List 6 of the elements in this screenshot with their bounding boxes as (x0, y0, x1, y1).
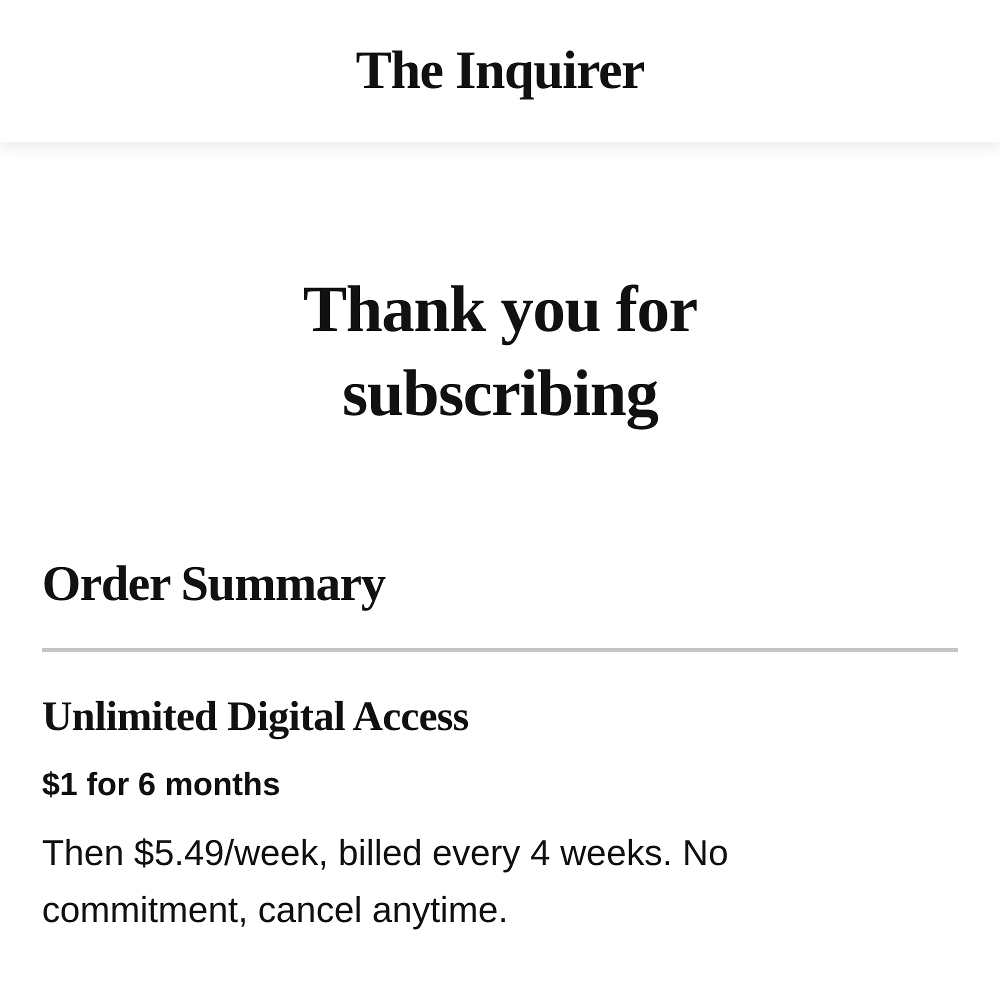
plan-terms: Then $5.49/week, billed every 4 weeks. No commitment, cancel anytime. (42, 831, 730, 932)
order-summary-heading: Order Summary (42, 554, 385, 612)
plan-price: $1 for 6 months (42, 765, 280, 804)
site-logo[interactable]: The Inquirer (356, 41, 644, 101)
plan-name: Unlimited Digital Access (42, 693, 469, 742)
confirmation-title: Thank you for subscribing (302, 272, 698, 432)
